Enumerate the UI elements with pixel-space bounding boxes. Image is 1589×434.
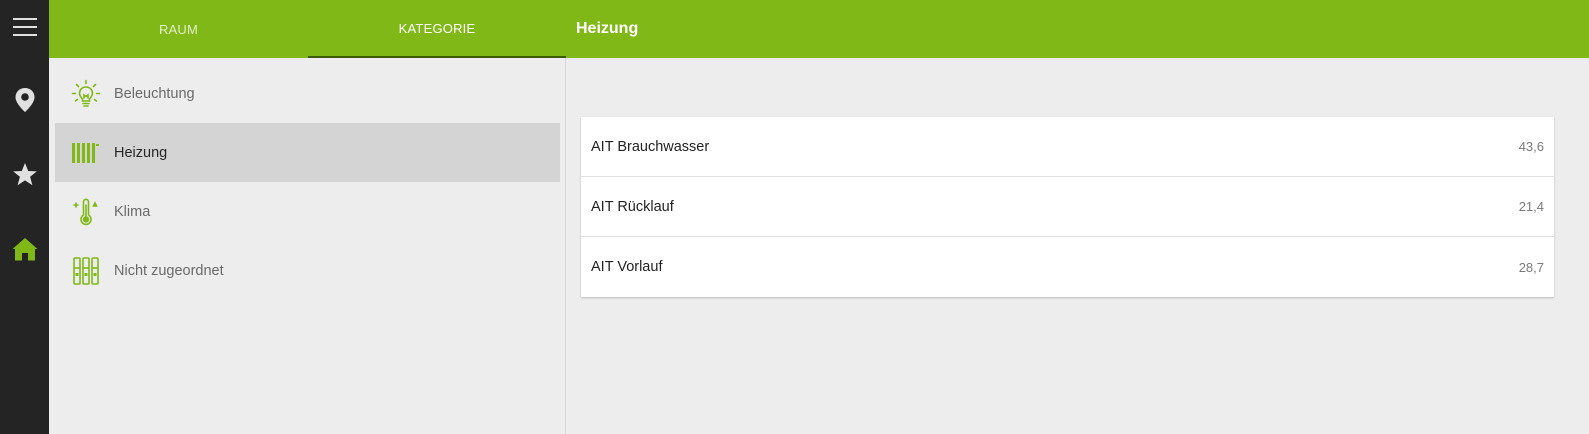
menu-button[interactable] [0, 4, 49, 54]
tab-raum[interactable]: Raum [49, 0, 308, 58]
radiator-icon [71, 138, 101, 168]
content-panel: AIT Brauchwasser 43,6 AIT Rücklauf 21,4 … [567, 58, 1589, 434]
category-item-klima[interactable]: Klima [55, 182, 560, 241]
page-title: Heizung [576, 20, 639, 37]
category-item-nicht-zugeordnet[interactable]: Nicht zugeordnet [55, 241, 560, 300]
unassigned-icon [71, 256, 101, 286]
lightbulb-icon [71, 79, 101, 109]
favorites-button[interactable] [0, 152, 49, 202]
reading-label: AIT Vorlauf [591, 259, 663, 275]
location-pin-icon [14, 87, 36, 118]
app-window: Raum Kategorie Heizung [0, 0, 1589, 434]
reading-label: AIT Brauchwasser [591, 138, 710, 155]
tab-kategorie[interactable]: Kategorie [308, 0, 566, 58]
star-icon [12, 162, 38, 192]
reading-row[interactable]: AIT Rücklauf 21,4 [581, 177, 1554, 237]
category-label: Klima [114, 203, 151, 220]
menu-icon [12, 17, 37, 42]
reading-row[interactable]: AIT Brauchwasser 43,6 [581, 117, 1554, 177]
readings-card: AIT Brauchwasser 43,6 AIT Rücklauf 21,4 … [581, 117, 1554, 297]
reading-label: AIT Rücklauf [591, 198, 674, 215]
thermometer-icon [71, 197, 101, 227]
locations-button[interactable] [0, 77, 49, 127]
category-list: Beleuchtung Heizung Klima Nicht zugeordn… [49, 58, 566, 434]
tab-kategorie-label: Kategorie [398, 20, 476, 36]
reading-value: 43,6 [1518, 139, 1544, 154]
category-label: Nicht zugeordnet [114, 262, 224, 279]
reading-value: 28,7 [1518, 259, 1544, 275]
category-item-beleuchtung[interactable]: Beleuchtung [55, 64, 560, 123]
category-item-heizung[interactable]: Heizung [55, 123, 560, 182]
side-rail [0, 0, 49, 434]
category-label: Heizung [114, 144, 168, 161]
tab-raum-label: Raum [158, 21, 199, 37]
home-icon [11, 236, 39, 267]
top-bar: Raum Kategorie Heizung [49, 0, 1589, 58]
home-button[interactable] [0, 226, 49, 276]
reading-value: 21,4 [1518, 199, 1544, 214]
category-label: Beleuchtung [114, 85, 195, 102]
reading-row[interactable]: AIT Vorlauf 28,7 [581, 237, 1554, 297]
